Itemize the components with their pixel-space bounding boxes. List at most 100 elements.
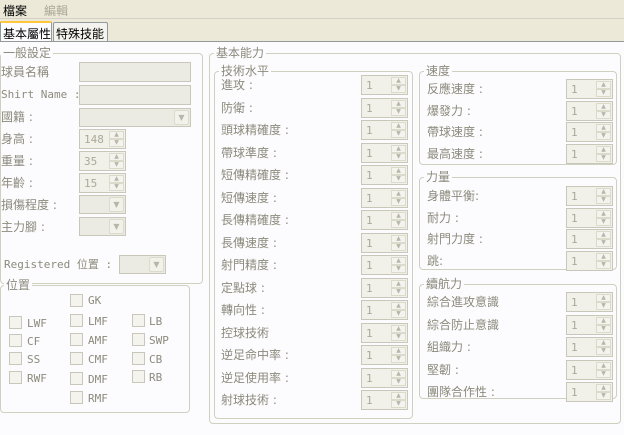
stat-stepper[interactable]: 1 ▲ ▼ <box>361 322 408 343</box>
checkbox-lb[interactable] <box>132 314 145 327</box>
spin-down-icon[interactable]: ▼ <box>596 153 611 162</box>
spin-up-icon[interactable]: ▲ <box>109 153 124 161</box>
stat-stepper[interactable]: 1 ▲ ▼ <box>566 250 613 271</box>
stat-stepper[interactable]: 1 ▲ ▼ <box>361 142 408 163</box>
stat-stepper[interactable]: 1 ▲ ▼ <box>566 314 613 335</box>
spin-up-icon[interactable]: ▲ <box>596 316 611 325</box>
spin-up-icon[interactable]: ▲ <box>391 347 406 355</box>
stat-stepper[interactable]: 1 ▲ ▼ <box>361 75 408 95</box>
stat-stepper[interactable]: 1 ▲ ▼ <box>361 277 408 298</box>
stat-stepper[interactable]: 1 ▲ ▼ <box>566 337 613 357</box>
stat-stepper[interactable]: 1 ▲ ▼ <box>566 122 613 142</box>
spin-up-icon[interactable]: ▲ <box>596 188 611 196</box>
tab-special-skills[interactable]: 特殊技能 <box>53 22 108 41</box>
spin-down-icon[interactable]: ▼ <box>596 89 611 97</box>
checkbox-cmf[interactable] <box>70 352 83 365</box>
spin-up-icon[interactable]: ▲ <box>391 257 406 265</box>
spin-up-icon[interactable]: ▲ <box>391 369 406 378</box>
spin-down-icon[interactable]: ▼ <box>109 183 124 191</box>
stat-stepper[interactable]: 1 ▲ ▼ <box>566 186 613 206</box>
spin-down-icon[interactable]: ▼ <box>596 260 611 269</box>
spin-down-icon[interactable]: ▼ <box>596 132 611 140</box>
spin-up-icon[interactable]: ▲ <box>596 81 611 89</box>
spin-up-icon[interactable]: ▲ <box>596 361 611 370</box>
spin-down-icon[interactable]: ▼ <box>596 239 611 247</box>
checkbox-swp[interactable] <box>132 333 145 346</box>
checkbox-ss[interactable] <box>9 352 22 365</box>
checkbox-lwf[interactable] <box>9 316 22 329</box>
spin-down-icon[interactable]: ▼ <box>596 369 611 378</box>
spin-down-icon[interactable]: ▼ <box>596 217 611 226</box>
tab-basic-attributes[interactable]: 基本屬性 <box>0 21 52 42</box>
injury-select[interactable]: ▼ <box>79 195 126 214</box>
spin-down-icon[interactable]: ▼ <box>391 107 406 116</box>
spin-up-icon[interactable]: ▲ <box>391 324 406 333</box>
spin-down-icon[interactable]: ▼ <box>391 377 406 386</box>
menu-edit[interactable]: 編輯 <box>44 2 68 19</box>
spin-up-icon[interactable]: ▲ <box>596 209 611 218</box>
checkbox-rwf[interactable] <box>9 371 22 384</box>
spin-down-icon[interactable]: ▼ <box>596 196 611 204</box>
spin-up-icon[interactable]: ▲ <box>596 294 611 302</box>
spin-up-icon[interactable]: ▲ <box>109 175 124 183</box>
spin-down-icon[interactable]: ▼ <box>109 139 124 147</box>
spin-up-icon[interactable]: ▲ <box>391 144 406 153</box>
spin-down-icon[interactable]: ▼ <box>596 302 611 310</box>
checkbox-cb[interactable] <box>132 352 145 365</box>
height-stepper[interactable]: 148 ▲ ▼ <box>79 129 126 149</box>
stat-stepper[interactable]: 1 ▲ ▼ <box>361 232 408 253</box>
spin-down-icon[interactable]: ▼ <box>391 310 406 318</box>
spin-down-icon[interactable]: ▼ <box>391 220 406 228</box>
spin-up-icon[interactable]: ▲ <box>391 234 406 243</box>
checkbox-rb[interactable] <box>132 370 145 383</box>
spin-down-icon[interactable]: ▼ <box>596 324 611 333</box>
spin-down-icon[interactable]: ▼ <box>391 130 406 138</box>
spin-down-icon[interactable]: ▼ <box>391 355 406 363</box>
checkbox-rmf[interactable] <box>70 391 83 404</box>
spin-down-icon[interactable]: ▼ <box>391 85 406 93</box>
spin-up-icon[interactable]: ▲ <box>596 384 611 392</box>
chevron-down-icon[interactable]: ▼ <box>109 219 124 234</box>
checkbox-dmf[interactable] <box>70 372 83 385</box>
checkbox-lmf[interactable] <box>70 314 83 327</box>
spin-up-icon[interactable]: ▲ <box>391 122 406 130</box>
stat-stepper[interactable]: 1 ▲ ▼ <box>566 143 613 164</box>
spin-down-icon[interactable]: ▼ <box>391 400 406 408</box>
stat-stepper[interactable]: 1 ▲ ▼ <box>361 187 408 208</box>
registered-position-select[interactable]: ▼ <box>119 255 166 274</box>
spin-up-icon[interactable]: ▲ <box>596 339 611 347</box>
spin-up-icon[interactable]: ▲ <box>596 145 611 154</box>
spin-down-icon[interactable]: ▼ <box>596 110 611 119</box>
spin-up-icon[interactable]: ▲ <box>596 102 611 111</box>
menu-file[interactable]: 檔案 <box>3 2 27 19</box>
stat-stepper[interactable]: 1 ▲ ▼ <box>566 207 613 228</box>
nationality-select[interactable]: ▼ <box>79 108 191 127</box>
chevron-down-icon[interactable]: ▼ <box>149 257 164 272</box>
spin-down-icon[interactable]: ▼ <box>391 265 406 273</box>
spin-up-icon[interactable]: ▲ <box>391 279 406 288</box>
stat-stepper[interactable]: 1 ▲ ▼ <box>361 345 408 365</box>
weight-stepper[interactable]: 35 ▲ ▼ <box>79 151 126 171</box>
chevron-down-icon[interactable]: ▼ <box>109 197 124 212</box>
spin-up-icon[interactable]: ▲ <box>391 167 406 175</box>
stat-stepper[interactable]: 1 ▲ ▼ <box>566 359 613 380</box>
spin-down-icon[interactable]: ▼ <box>391 287 406 296</box>
spin-down-icon[interactable]: ▼ <box>391 197 406 206</box>
stat-stepper[interactable]: 1 ▲ ▼ <box>566 292 613 312</box>
spin-up-icon[interactable]: ▲ <box>596 231 611 239</box>
chevron-down-icon[interactable]: ▼ <box>174 110 189 125</box>
stat-stepper[interactable]: 1 ▲ ▼ <box>361 390 408 410</box>
spin-up-icon[interactable]: ▲ <box>391 392 406 400</box>
stat-stepper[interactable]: 1 ▲ ▼ <box>361 367 408 388</box>
spin-down-icon[interactable]: ▼ <box>109 161 124 169</box>
stat-stepper[interactable]: 1 ▲ ▼ <box>566 382 613 402</box>
spin-up-icon[interactable]: ▲ <box>391 302 406 310</box>
spin-up-icon[interactable]: ▲ <box>391 212 406 220</box>
stat-stepper[interactable]: 1 ▲ ▼ <box>361 97 408 118</box>
stat-stepper[interactable]: 1 ▲ ▼ <box>361 120 408 140</box>
spin-up-icon[interactable]: ▲ <box>596 252 611 261</box>
stat-stepper[interactable]: 1 ▲ ▼ <box>361 255 408 275</box>
stat-stepper[interactable]: 1 ▲ ▼ <box>361 300 408 320</box>
spin-up-icon[interactable]: ▲ <box>391 189 406 198</box>
stat-stepper[interactable]: 1 ▲ ▼ <box>566 79 613 99</box>
